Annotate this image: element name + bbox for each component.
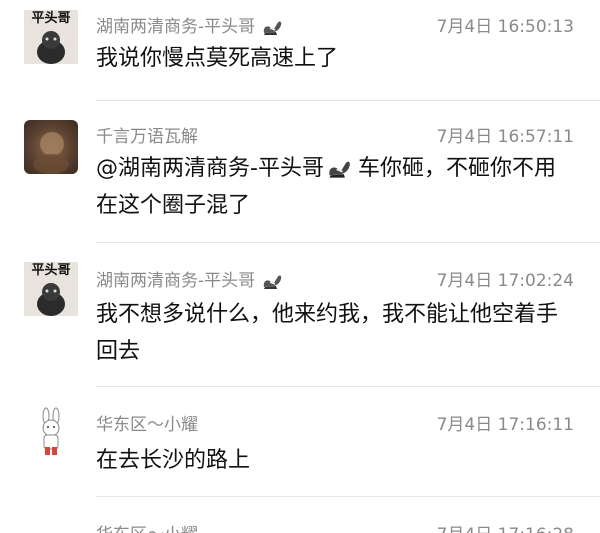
chat-message: 平头哥 湖南两清商务-平头哥 7月4日 17:02:24 我不想多说什么，他来约… bbox=[0, 250, 600, 390]
message-time: 7月4日 17:16:11 bbox=[436, 415, 574, 435]
sender-name[interactable]: 湖南两清商务-平头哥 bbox=[96, 12, 283, 37]
skunk-icon bbox=[263, 275, 281, 289]
message-time: 7月4日 16:50:13 bbox=[436, 17, 574, 37]
divider bbox=[96, 100, 600, 101]
mention[interactable]: @湖南两清商务-平头哥 bbox=[96, 156, 324, 181]
sender-name-text: 湖南两清商务-平头哥 bbox=[96, 17, 256, 37]
message-text: 我说你慢点莫死高速上了 bbox=[96, 46, 339, 71]
avatar[interactable] bbox=[24, 406, 78, 460]
sender-name[interactable]: 华东区～小耀 bbox=[96, 410, 198, 435]
message-text: @湖南两清商务-平头哥 车你砸，不砸你不用在这个圈子混了 bbox=[96, 150, 572, 224]
chat-message: 千言万语瓦解 7月4日 16:57:11 @湖南两清商务-平头哥 车你砸，不砸你… bbox=[0, 110, 600, 250]
sender-name-text: 湖南两清商务-平头哥 bbox=[96, 271, 256, 291]
chat-message: 华东区～小耀 7月4日 17:16:11 在去长沙的路上 bbox=[0, 390, 600, 500]
message-time: 7月4日 17:02:24 bbox=[436, 271, 574, 291]
skunk-icon bbox=[329, 161, 350, 178]
divider bbox=[96, 386, 600, 387]
avatar[interactable] bbox=[24, 120, 78, 174]
sender-name[interactable]: 华东区～小耀 bbox=[96, 520, 198, 533]
message-text: 在去长沙的路上 bbox=[96, 448, 251, 473]
skunk-icon bbox=[263, 21, 281, 35]
avatar[interactable]: 平头哥 bbox=[24, 10, 78, 64]
chat-message: 华东区～小耀 7月4日 17:16:28 bbox=[0, 500, 600, 533]
avatar[interactable]: 平头哥 bbox=[24, 262, 78, 316]
chat-message: 平头哥 湖南两清商务-平头哥 7月4日 16:50:13 我说你慢点莫死高速上了 bbox=[0, 0, 600, 110]
message-time: 7月4日 16:57:11 bbox=[436, 127, 574, 147]
message-time: 7月4日 17:16:28 bbox=[437, 520, 574, 533]
sender-name[interactable]: 湖南两清商务-平头哥 bbox=[96, 266, 283, 291]
sender-name[interactable]: 千言万语瓦解 bbox=[96, 122, 198, 147]
divider bbox=[96, 496, 600, 497]
divider bbox=[96, 242, 600, 243]
message-text: 我不想多说什么，他来约我，我不能让他空着手回去 bbox=[96, 302, 559, 364]
